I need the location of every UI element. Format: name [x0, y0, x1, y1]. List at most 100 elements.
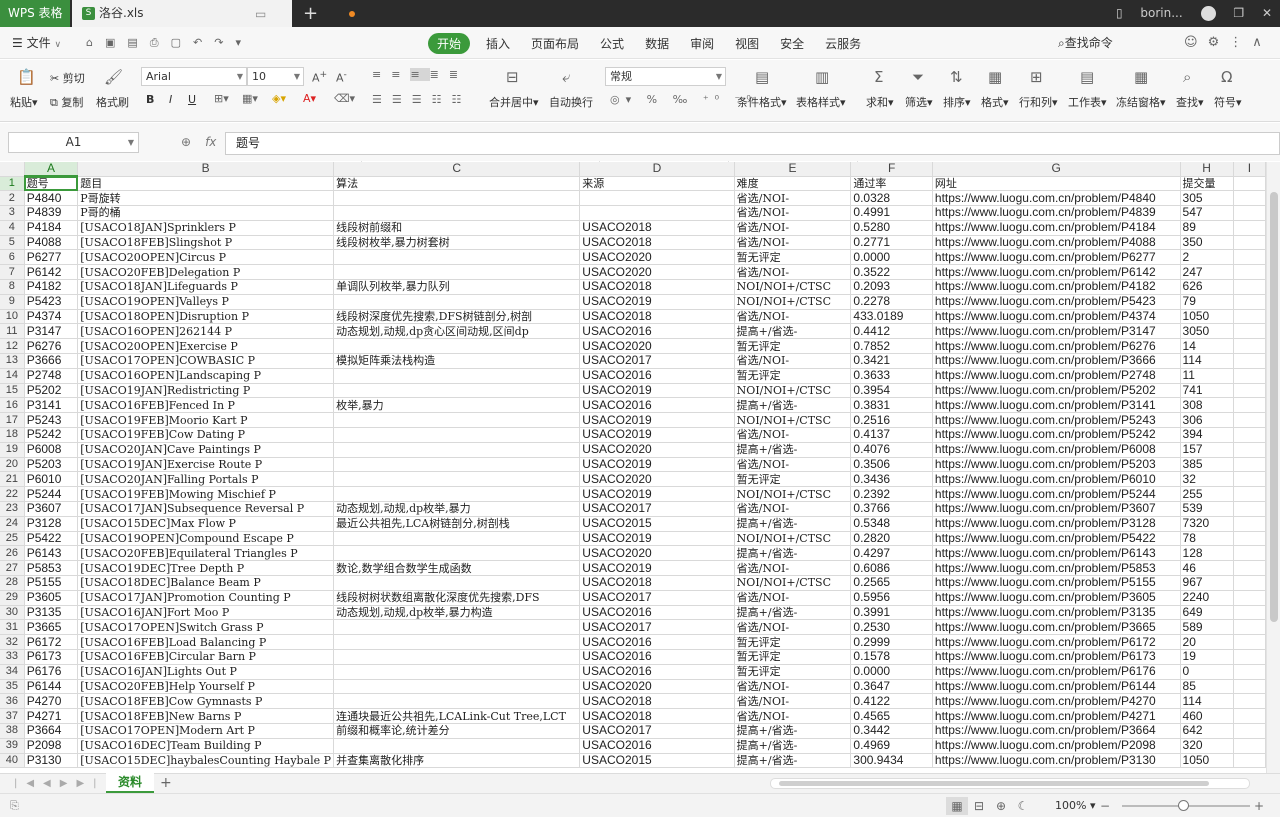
table-cell[interactable]: [333, 442, 581, 458]
table-cell[interactable]: [USACO19JAN]Redistricting P: [77, 383, 335, 399]
table-cell[interactable]: [1233, 545, 1266, 562]
sheet-tab-active[interactable]: 资料: [106, 773, 154, 793]
table-cell[interactable]: USACO2020: [579, 545, 735, 562]
table-cell[interactable]: 19: [1180, 649, 1234, 665]
table-cell[interactable]: [USACO20JAN]Cave Paintings P: [77, 442, 335, 458]
wrap-text-button[interactable]: 自动换行: [549, 94, 593, 110]
table-cell[interactable]: 0.3831: [850, 397, 933, 414]
table-cell[interactable]: P4840: [24, 190, 79, 207]
table-cell[interactable]: [1233, 457, 1266, 473]
table-cell[interactable]: 省选/NOI-: [734, 619, 852, 636]
row-header[interactable]: 7: [0, 264, 25, 281]
table-cell[interactable]: [1233, 664, 1266, 680]
table-cell[interactable]: [1233, 368, 1266, 384]
header-cell[interactable]: 难度: [734, 176, 852, 192]
table-cell[interactable]: P6276: [24, 338, 79, 355]
table-cell[interactable]: USACO2019: [579, 294, 735, 310]
tab-security[interactable]: 安全: [780, 35, 804, 52]
table-cell[interactable]: 省选/NOI-: [734, 590, 852, 606]
table-cell[interactable]: 255: [1180, 486, 1234, 503]
table-style-icon[interactable]: ▥: [815, 68, 829, 86]
table-cell[interactable]: USACO2017: [579, 723, 735, 739]
table-cell[interactable]: [USACO19DEC]Tree Depth P: [77, 560, 335, 577]
row-header[interactable]: 28: [0, 575, 25, 591]
table-cell[interactable]: [USACO19OPEN]Compound Escape P: [77, 531, 335, 547]
table-cell[interactable]: [USACO20FEB]Equilateral Triangles P: [77, 545, 335, 562]
table-cell[interactable]: [1233, 220, 1266, 236]
export-icon[interactable]: ▤: [127, 36, 137, 49]
table-cell[interactable]: [1233, 383, 1266, 399]
table-cell[interactable]: P3147: [24, 323, 79, 340]
more-icon[interactable]: ⋮: [1229, 35, 1242, 50]
table-cell[interactable]: P4839: [24, 205, 79, 221]
table-cell[interactable]: 省选/NOI-: [734, 457, 852, 473]
table-cell[interactable]: 967: [1180, 575, 1234, 591]
column-header[interactable]: I: [1233, 162, 1266, 177]
table-cell[interactable]: https://www.luogu.com.cn/problem/P6172: [932, 634, 1181, 650]
table-cell[interactable]: [1233, 309, 1266, 325]
table-cell[interactable]: 动态规划,动规,dp贪心区间动规,区间dp: [333, 323, 581, 340]
symbol-icon[interactable]: Ω: [1221, 68, 1232, 86]
table-cell[interactable]: [1233, 353, 1266, 369]
table-cell[interactable]: [USACO20OPEN]Circus P: [77, 249, 335, 266]
table-cell[interactable]: P6144: [24, 679, 79, 695]
table-cell[interactable]: [USACO19OPEN]Valleys P: [77, 294, 335, 310]
table-cell[interactable]: 0.3442: [850, 723, 933, 739]
table-cell[interactable]: 0.3766: [850, 501, 933, 517]
table-cell[interactable]: [1233, 235, 1266, 251]
table-cell[interactable]: NOI/NOI+/CTSC: [734, 294, 852, 310]
sort-button[interactable]: 排序▾: [943, 94, 971, 110]
find-button[interactable]: 查找▾: [1176, 94, 1204, 110]
paste-icon[interactable]: 📋: [17, 68, 36, 86]
table-cell[interactable]: NOI/NOI+/CTSC: [734, 279, 852, 295]
name-box[interactable]: A1 ▼: [8, 132, 139, 153]
table-cell[interactable]: 线段树前缀和: [333, 220, 581, 236]
table-cell[interactable]: 省选/NOI-: [734, 309, 852, 325]
tab-formulas[interactable]: 公式: [600, 35, 624, 52]
table-cell[interactable]: https://www.luogu.com.cn/problem/P4374: [932, 309, 1181, 325]
table-cell[interactable]: 0.2093: [850, 279, 933, 295]
row-header[interactable]: 20: [0, 457, 25, 473]
table-cell[interactable]: 0.3421: [850, 353, 933, 369]
table-cell[interactable]: 649: [1180, 605, 1234, 621]
zoom-in-button[interactable]: +: [1254, 794, 1264, 818]
table-cell[interactable]: 85: [1180, 679, 1234, 695]
table-cell[interactable]: 省选/NOI-: [734, 205, 852, 221]
table-cell[interactable]: 0.4412: [850, 323, 933, 340]
row-header[interactable]: 29: [0, 590, 25, 606]
table-cell[interactable]: P3130: [24, 753, 79, 769]
row-header[interactable]: 2: [0, 190, 25, 207]
table-cell[interactable]: USACO2018: [579, 575, 735, 591]
table-cell[interactable]: 114: [1180, 353, 1234, 369]
column-header[interactable]: E: [734, 162, 852, 177]
table-cell[interactable]: 暂无评定: [734, 338, 852, 355]
increase-font-icon[interactable]: A+: [312, 69, 327, 85]
table-cell[interactable]: USACO2016: [579, 397, 735, 414]
row-header[interactable]: 23: [0, 501, 25, 517]
row-header[interactable]: 5: [0, 235, 25, 251]
table-cell[interactable]: NOI/NOI+/CTSC: [734, 531, 852, 547]
table-cell[interactable]: [1233, 516, 1266, 532]
table-cell[interactable]: [579, 190, 735, 207]
table-cell[interactable]: [333, 190, 581, 207]
table-cell[interactable]: USACO2016: [579, 738, 735, 754]
table-cell[interactable]: 589: [1180, 619, 1234, 636]
table-cell[interactable]: P5242: [24, 427, 79, 443]
worksheet-icon[interactable]: ▤: [1080, 68, 1094, 86]
table-cell[interactable]: [USACO17OPEN]Modern Art P: [77, 723, 335, 739]
table-cell[interactable]: [USACO16JAN]Lights Out P: [77, 664, 335, 680]
table-cell[interactable]: https://www.luogu.com.cn/problem/P3605: [932, 590, 1181, 606]
table-cell[interactable]: 79: [1180, 294, 1234, 310]
table-cell[interactable]: 提高+/省选-: [734, 723, 852, 739]
table-cell[interactable]: https://www.luogu.com.cn/problem/P3666: [932, 353, 1181, 369]
row-header[interactable]: 32: [0, 634, 25, 650]
tab-home[interactable]: 开始: [428, 32, 471, 54]
table-cell[interactable]: [USACO17OPEN]Switch Grass P: [77, 619, 335, 636]
table-cell[interactable]: https://www.luogu.com.cn/problem/P3664: [932, 723, 1181, 739]
table-cell[interactable]: 0.2530: [850, 619, 933, 636]
table-cell[interactable]: P2098: [24, 738, 79, 754]
table-cell[interactable]: 暂无评定: [734, 634, 852, 650]
table-cell[interactable]: USACO2019: [579, 427, 735, 443]
monitor-icon[interactable]: ▭: [255, 1, 266, 28]
open-icon[interactable]: ⌂: [86, 36, 93, 49]
